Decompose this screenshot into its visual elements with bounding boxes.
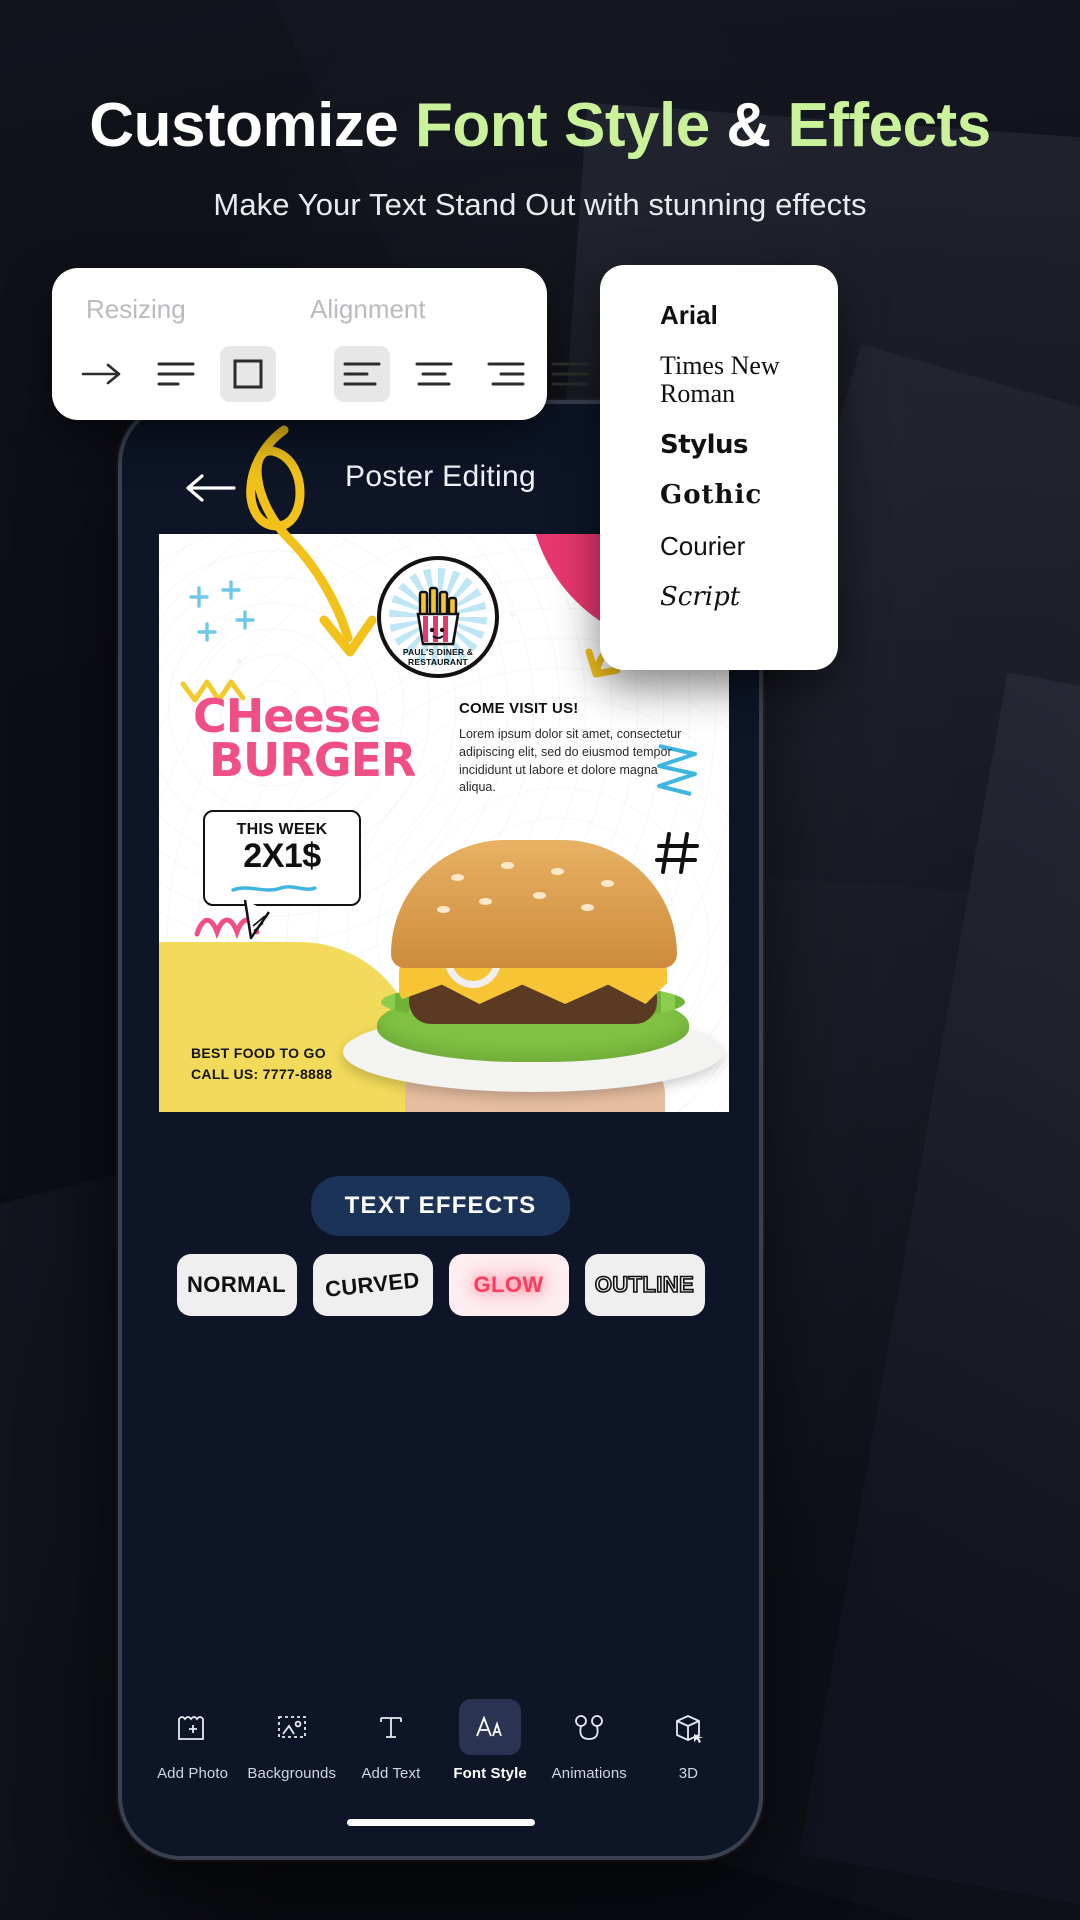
font-option-courier[interactable]: Courier — [660, 532, 838, 561]
effect-chip-label: NORMAL — [187, 1272, 286, 1297]
effect-chip-label: GLOW — [473, 1272, 544, 1297]
align-left-icon[interactable] — [334, 346, 390, 402]
align-justify-icon[interactable] — [542, 346, 598, 402]
poster-footer-line1: BEST FOOD TO GO — [191, 1045, 326, 1061]
text-effects-chip-row: NORMAL CURVED GLOW OUTLINE — [122, 1254, 759, 1316]
font-style-icon — [459, 1699, 522, 1755]
bun-top-shape — [391, 840, 677, 968]
nav-label: Add Photo — [157, 1765, 229, 1782]
resize-fit-lines-icon[interactable] — [148, 346, 204, 402]
bubble-underline-icon — [231, 885, 317, 892]
nav-label: Font Style — [453, 1765, 527, 1782]
effect-chip-normal[interactable]: NORMAL — [176, 1254, 297, 1316]
page-title: Customize Font Style & Effects — [0, 95, 1080, 157]
font-list-panel: Arial Times New Roman Stylus Gothic Cour… — [600, 265, 838, 670]
nav-item-add-photo[interactable]: Add Photo — [148, 1699, 237, 1782]
nav-label: Add Text — [361, 1765, 421, 1782]
font-option-times[interactable]: Times New Roman — [660, 351, 838, 409]
alignment-label: Alignment — [310, 294, 426, 324]
add-photo-icon — [162, 1699, 224, 1755]
toolbar-labels: Resizing Alignment — [52, 294, 547, 328]
square-outline-icon[interactable] — [220, 346, 276, 402]
nav-label: Animations — [551, 1765, 627, 1782]
headline-block: Customize Font Style & Effects Make Your… — [0, 95, 1080, 223]
annotation-arrow-icon — [246, 425, 377, 657]
effect-chip-curved[interactable]: CURVED — [312, 1254, 433, 1316]
poster-footer[interactable]: BEST FOOD TO GO CALL US: 7777-8888 — [191, 1045, 332, 1082]
resizing-label: Resizing — [86, 294, 186, 324]
animations-icon — [558, 1699, 620, 1755]
effect-chip-glow[interactable]: GLOW — [448, 1254, 569, 1316]
nav-item-animations[interactable]: Animations — [545, 1699, 634, 1782]
nav-item-font-style[interactable]: Font Style — [446, 1699, 535, 1782]
poster-visit-heading: COME VISIT US! — [459, 700, 579, 717]
headline-part2: & — [709, 91, 788, 160]
headline-subtitle: Make Your Text Stand Out with stunning e… — [213, 187, 867, 222]
effect-chip-outline[interactable]: OUTLINE — [584, 1254, 705, 1316]
text-effects-button[interactable]: TEXT EFFECTS — [310, 1176, 571, 1236]
nav-label: 3D — [678, 1765, 699, 1782]
effect-chip-label: CURVED — [323, 1267, 421, 1302]
nav-item-add-text[interactable]: Add Text — [346, 1699, 435, 1782]
add-text-icon — [360, 1699, 422, 1755]
arrow-right-icon[interactable] — [74, 346, 130, 402]
nav-item-backgrounds[interactable]: Backgrounds — [247, 1699, 336, 1782]
poster-footer-line2: CALL US: 7777-8888 — [191, 1066, 333, 1082]
headline-accent-effects: Effects — [787, 91, 991, 160]
poster-title[interactable]: CHeese BURGER — [193, 693, 443, 783]
nav-item-3d[interactable]: 3D — [644, 1699, 733, 1782]
font-option-script[interactable]: Script — [660, 582, 838, 612]
bubble-tail-icon — [243, 900, 271, 940]
backgrounds-icon — [261, 1699, 323, 1755]
headline-part1: Customize — [89, 91, 416, 160]
align-right-icon[interactable] — [478, 346, 534, 402]
home-indicator — [346, 1819, 535, 1826]
poster-burger-image — [325, 772, 729, 1112]
text-toolbar-panel: Resizing Alignment — [52, 268, 589, 420]
font-option-arial[interactable]: Arial — [660, 301, 838, 330]
font-option-stylus[interactable]: Stylus — [660, 431, 838, 460]
font-option-gothic[interactable]: Gothic — [660, 481, 838, 510]
bottom-nav: Add Photo Backgrounds Add Text Font Styl… — [122, 1699, 759, 1782]
three-d-icon — [657, 1699, 719, 1755]
headline-accent-font-style: Font Style — [415, 91, 710, 160]
align-center-icon[interactable] — [406, 346, 462, 402]
toolbar-icon-row — [52, 346, 589, 408]
nav-label: Backgrounds — [247, 1765, 337, 1782]
effect-chip-label: OUTLINE — [594, 1271, 695, 1298]
